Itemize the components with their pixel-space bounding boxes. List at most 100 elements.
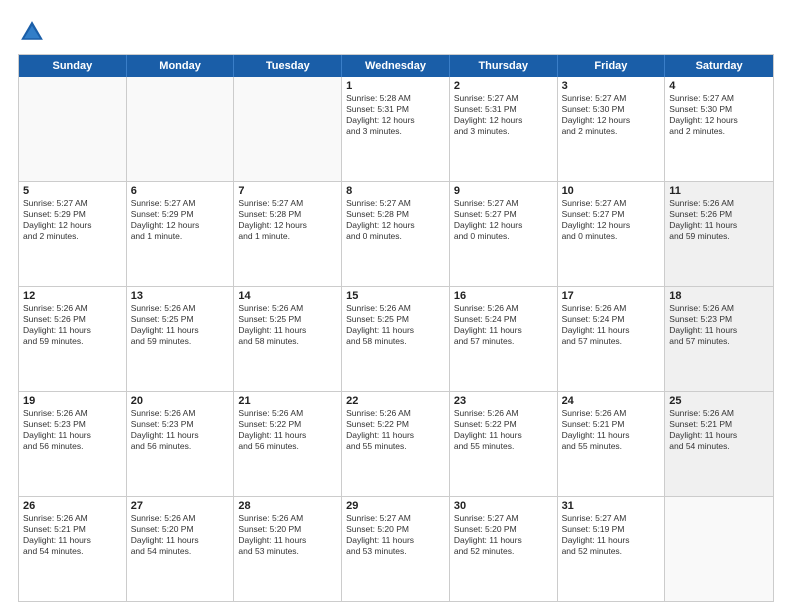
calendar-row: 19 Sunrise: 5:26 AM Sunset: 5:23 PM Dayli… <box>19 392 773 497</box>
day-number: 1 <box>346 80 445 92</box>
cell-info: Sunrise: 5:26 AM Sunset: 5:25 PM Dayligh… <box>131 303 230 347</box>
calendar-cell: 22Sunrise: 5:26 AM Sunset: 5:22 PM Dayli… <box>342 392 450 496</box>
day-number: 23 <box>454 395 553 407</box>
calendar-cell: 11Sunrise: 5:26 AM Sunset: 5:26 PM Dayli… <box>665 182 773 286</box>
calendar: SundayMondayTuesdayWednesdayThursdayFrid… <box>18 54 774 602</box>
calendar-row: 26Sunrise: 5:26 AM Sunset: 5:21 PM Dayli… <box>19 497 773 601</box>
calendar-cell: 17Sunrise: 5:26 AM Sunset: 5:24 PM Dayli… <box>558 287 666 391</box>
cell-info: Sunrise: 5:26 AM Sunset: 5:23 PM Dayligh… <box>669 303 769 347</box>
weekday-header: Monday <box>127 55 235 77</box>
day-number: 12 <box>23 290 122 302</box>
calendar-cell: 9Sunrise: 5:27 AM Sunset: 5:27 PM Daylig… <box>450 182 558 286</box>
calendar-cell: 1Sunrise: 5:28 AM Sunset: 5:31 PM Daylig… <box>342 77 450 181</box>
calendar-cell: 24Sunrise: 5:26 AM Sunset: 5:21 PM Dayli… <box>558 392 666 496</box>
day-number: 3 <box>562 80 661 92</box>
calendar-cell: 5Sunrise: 5:27 AM Sunset: 5:29 PM Daylig… <box>19 182 127 286</box>
cell-info: Sunrise: 5:27 AM Sunset: 5:31 PM Dayligh… <box>454 93 553 137</box>
calendar-header: SundayMondayTuesdayWednesdayThursdayFrid… <box>19 55 773 77</box>
day-number: 25 <box>669 395 769 407</box>
calendar-cell: 15Sunrise: 5:26 AM Sunset: 5:25 PM Dayli… <box>342 287 450 391</box>
cell-info: Sunrise: 5:26 AM Sunset: 5:21 PM Dayligh… <box>669 408 769 452</box>
weekday-header: Saturday <box>665 55 773 77</box>
day-number: 22 <box>346 395 445 407</box>
day-number: 17 <box>562 290 661 302</box>
day-number: 5 <box>23 185 122 197</box>
calendar-cell: 2Sunrise: 5:27 AM Sunset: 5:31 PM Daylig… <box>450 77 558 181</box>
calendar-cell: 27Sunrise: 5:26 AM Sunset: 5:20 PM Dayli… <box>127 497 235 601</box>
day-number: 8 <box>346 185 445 197</box>
logo-icon <box>18 18 46 46</box>
calendar-cell: 6Sunrise: 5:27 AM Sunset: 5:29 PM Daylig… <box>127 182 235 286</box>
weekday-header: Tuesday <box>234 55 342 77</box>
logo <box>18 18 50 46</box>
cell-info: Sunrise: 5:27 AM Sunset: 5:20 PM Dayligh… <box>454 513 553 557</box>
weekday-header: Sunday <box>19 55 127 77</box>
calendar-cell: 31Sunrise: 5:27 AM Sunset: 5:19 PM Dayli… <box>558 497 666 601</box>
day-number: 28 <box>238 500 337 512</box>
calendar-cell: 4Sunrise: 5:27 AM Sunset: 5:30 PM Daylig… <box>665 77 773 181</box>
cell-info: Sunrise: 5:26 AM Sunset: 5:24 PM Dayligh… <box>562 303 661 347</box>
day-number: 4 <box>669 80 769 92</box>
cell-info: Sunrise: 5:26 AM Sunset: 5:23 PM Dayligh… <box>131 408 230 452</box>
day-number: 2 <box>454 80 553 92</box>
calendar-cell: 26Sunrise: 5:26 AM Sunset: 5:21 PM Dayli… <box>19 497 127 601</box>
cell-info: Sunrise: 5:28 AM Sunset: 5:31 PM Dayligh… <box>346 93 445 137</box>
cell-info: Sunrise: 5:27 AM Sunset: 5:30 PM Dayligh… <box>562 93 661 137</box>
calendar-cell: 12Sunrise: 5:26 AM Sunset: 5:26 PM Dayli… <box>19 287 127 391</box>
calendar-cell: 3Sunrise: 5:27 AM Sunset: 5:30 PM Daylig… <box>558 77 666 181</box>
calendar-cell: 10Sunrise: 5:27 AM Sunset: 5:27 PM Dayli… <box>558 182 666 286</box>
cell-info: Sunrise: 5:26 AM Sunset: 5:20 PM Dayligh… <box>131 513 230 557</box>
cell-info: Sunrise: 5:26 AM Sunset: 5:25 PM Dayligh… <box>346 303 445 347</box>
day-number: 20 <box>131 395 230 407</box>
cell-info: Sunrise: 5:26 AM Sunset: 5:22 PM Dayligh… <box>238 408 337 452</box>
day-number: 15 <box>346 290 445 302</box>
day-number: 21 <box>238 395 337 407</box>
calendar-cell: 18Sunrise: 5:26 AM Sunset: 5:23 PM Dayli… <box>665 287 773 391</box>
calendar-cell: 8Sunrise: 5:27 AM Sunset: 5:28 PM Daylig… <box>342 182 450 286</box>
cell-info: Sunrise: 5:27 AM Sunset: 5:28 PM Dayligh… <box>238 198 337 242</box>
cell-info: Sunrise: 5:26 AM Sunset: 5:24 PM Dayligh… <box>454 303 553 347</box>
cell-info: Sunrise: 5:27 AM Sunset: 5:29 PM Dayligh… <box>23 198 122 242</box>
cell-info: Sunrise: 5:26 AM Sunset: 5:26 PM Dayligh… <box>669 198 769 242</box>
cell-info: Sunrise: 5:26 AM Sunset: 5:26 PM Dayligh… <box>23 303 122 347</box>
calendar-cell <box>127 77 235 181</box>
day-number: 19 <box>23 395 122 407</box>
weekday-header: Thursday <box>450 55 558 77</box>
day-number: 10 <box>562 185 661 197</box>
calendar-cell: 23Sunrise: 5:26 AM Sunset: 5:22 PM Dayli… <box>450 392 558 496</box>
calendar-cell <box>234 77 342 181</box>
calendar-body: 1Sunrise: 5:28 AM Sunset: 5:31 PM Daylig… <box>19 77 773 601</box>
cell-info: Sunrise: 5:26 AM Sunset: 5:21 PM Dayligh… <box>23 513 122 557</box>
cell-info: Sunrise: 5:27 AM Sunset: 5:20 PM Dayligh… <box>346 513 445 557</box>
calendar-cell <box>19 77 127 181</box>
calendar-row: 12Sunrise: 5:26 AM Sunset: 5:26 PM Dayli… <box>19 287 773 392</box>
cell-info: Sunrise: 5:27 AM Sunset: 5:27 PM Dayligh… <box>454 198 553 242</box>
calendar-row: 1Sunrise: 5:28 AM Sunset: 5:31 PM Daylig… <box>19 77 773 182</box>
cell-info: Sunrise: 5:27 AM Sunset: 5:28 PM Dayligh… <box>346 198 445 242</box>
cell-info: Sunrise: 5:27 AM Sunset: 5:19 PM Dayligh… <box>562 513 661 557</box>
day-number: 26 <box>23 500 122 512</box>
day-number: 30 <box>454 500 553 512</box>
calendar-cell: 29Sunrise: 5:27 AM Sunset: 5:20 PM Dayli… <box>342 497 450 601</box>
calendar-cell: 21Sunrise: 5:26 AM Sunset: 5:22 PM Dayli… <box>234 392 342 496</box>
calendar-cell: 7Sunrise: 5:27 AM Sunset: 5:28 PM Daylig… <box>234 182 342 286</box>
day-number: 18 <box>669 290 769 302</box>
cell-info: Sunrise: 5:26 AM Sunset: 5:25 PM Dayligh… <box>238 303 337 347</box>
calendar-cell <box>665 497 773 601</box>
header <box>18 18 774 46</box>
day-number: 6 <box>131 185 230 197</box>
day-number: 11 <box>669 185 769 197</box>
weekday-header: Friday <box>558 55 666 77</box>
day-number: 14 <box>238 290 337 302</box>
day-number: 27 <box>131 500 230 512</box>
day-number: 31 <box>562 500 661 512</box>
cell-info: Sunrise: 5:26 AM Sunset: 5:22 PM Dayligh… <box>454 408 553 452</box>
day-number: 29 <box>346 500 445 512</box>
calendar-cell: 16Sunrise: 5:26 AM Sunset: 5:24 PM Dayli… <box>450 287 558 391</box>
cell-info: Sunrise: 5:27 AM Sunset: 5:30 PM Dayligh… <box>669 93 769 137</box>
calendar-cell: 14Sunrise: 5:26 AM Sunset: 5:25 PM Dayli… <box>234 287 342 391</box>
day-number: 24 <box>562 395 661 407</box>
calendar-cell: 19Sunrise: 5:26 AM Sunset: 5:23 PM Dayli… <box>19 392 127 496</box>
day-number: 16 <box>454 290 553 302</box>
calendar-cell: 20Sunrise: 5:26 AM Sunset: 5:23 PM Dayli… <box>127 392 235 496</box>
